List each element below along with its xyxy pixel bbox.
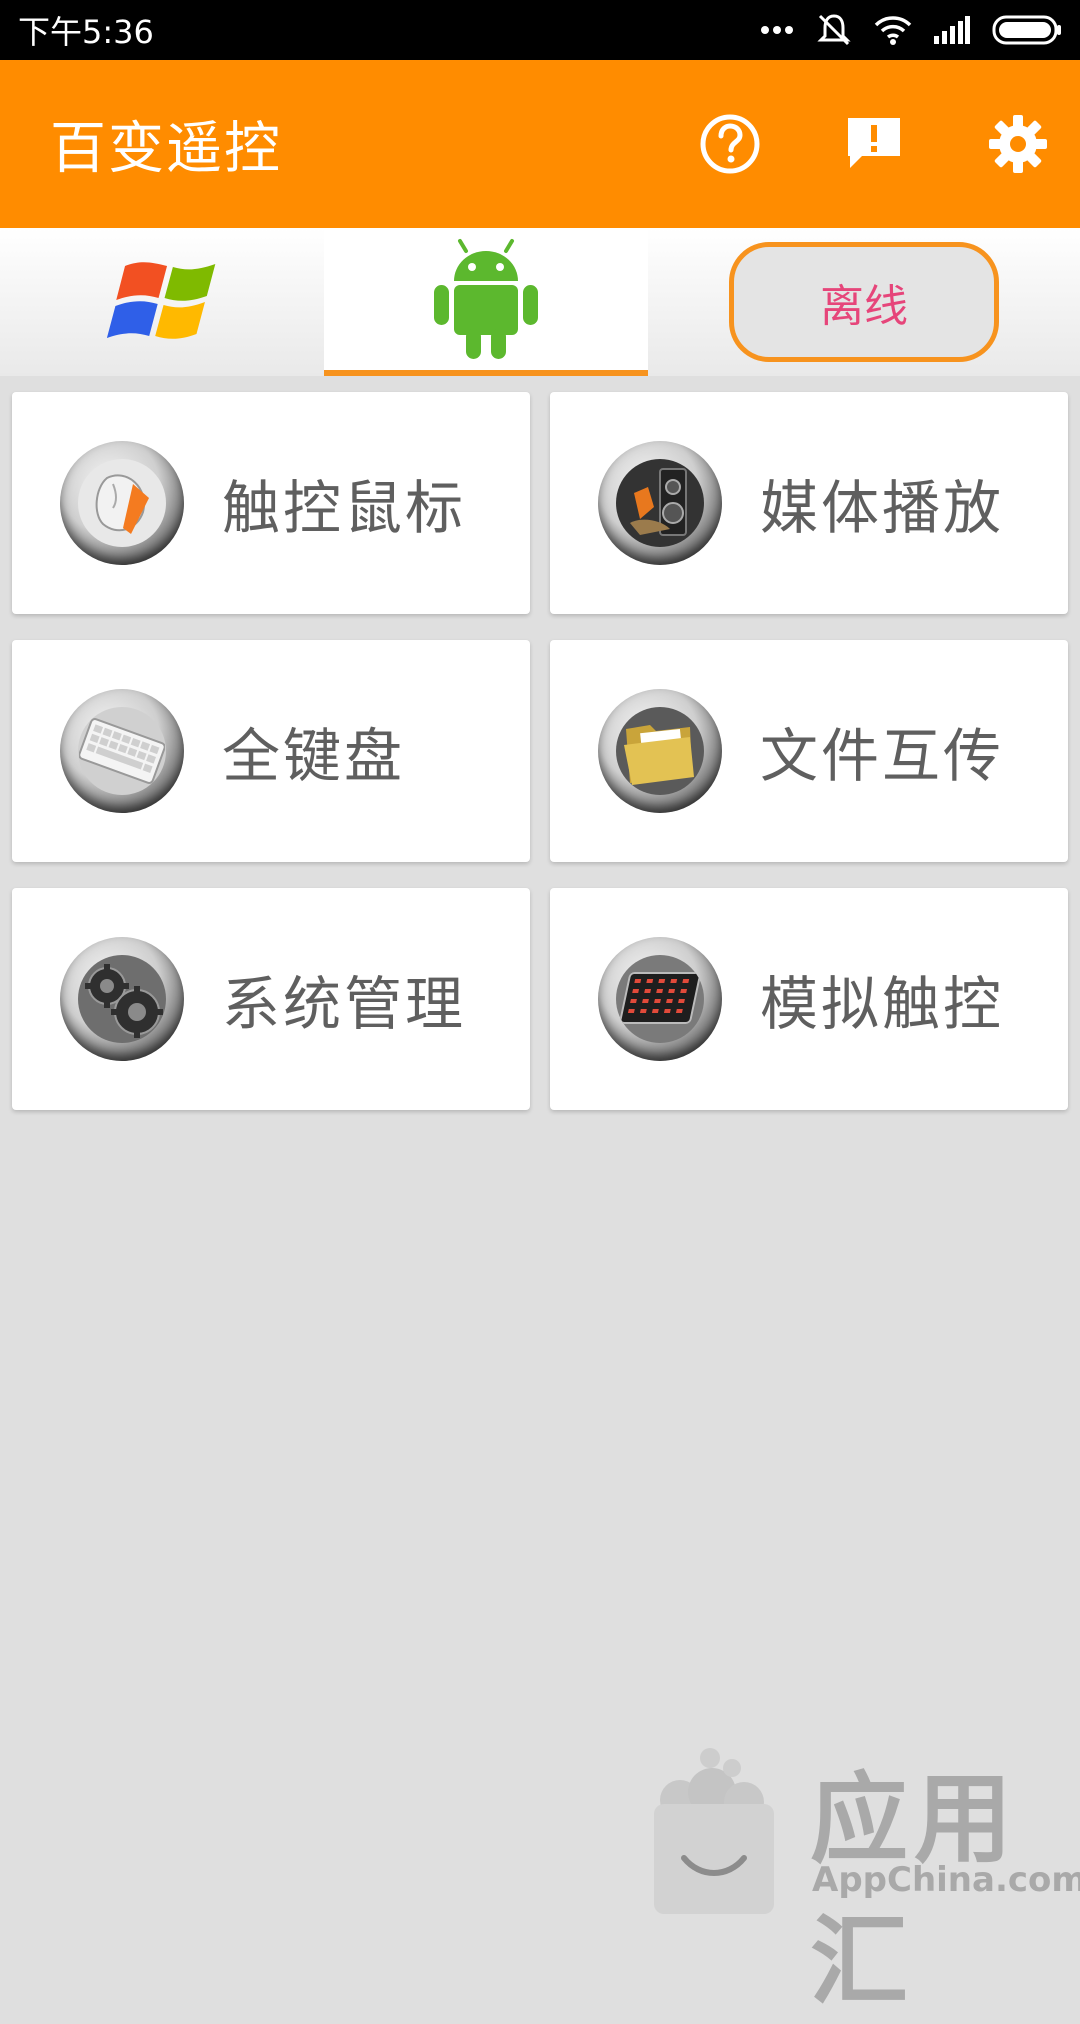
watermark-subtitle: AppChina.com — [812, 1860, 1080, 1900]
app-actions — [698, 60, 1050, 228]
wifi-icon — [874, 16, 912, 45]
status-time: 下午5:36 — [18, 13, 154, 51]
media-speaker-icon — [598, 441, 722, 565]
card-label: 系统管理 — [222, 970, 467, 1038]
mute-icon — [817, 14, 851, 46]
battery-icon — [992, 15, 1061, 45]
connection-status-area: 离线 — [648, 228, 1080, 376]
windows-logo-icon — [107, 262, 216, 339]
gears-icon — [60, 937, 184, 1061]
touchpad-icon — [598, 937, 722, 1061]
status-bar: 下午5:36 — [0, 0, 1080, 60]
card-label: 全键盘 — [222, 722, 406, 790]
device-tab-strip: 离线 — [0, 228, 1080, 376]
help-icon[interactable] — [698, 112, 762, 176]
card-file-transfer[interactable]: 文件互传 — [550, 640, 1068, 862]
feedback-icon[interactable] — [842, 112, 906, 176]
card-label: 模拟触控 — [760, 970, 1005, 1038]
connection-status-button[interactable]: 离线 — [729, 242, 999, 362]
tab-android[interactable] — [324, 228, 648, 376]
signal-icon — [934, 16, 970, 44]
card-label: 媒体播放 — [760, 474, 1005, 542]
card-full-keyboard[interactable]: 全键盘 — [12, 640, 530, 862]
app-bar: 百变遥控 — [0, 60, 1080, 228]
app-title: 百变遥控 — [50, 116, 282, 182]
more-dots-icon — [761, 26, 793, 34]
settings-icon[interactable] — [986, 112, 1050, 176]
card-touch-simulation[interactable]: 模拟触控 — [550, 888, 1068, 1110]
appchina-logo-icon — [654, 1748, 774, 1914]
appchina-watermark: 应用汇 AppChina.com — [640, 1740, 1080, 2019]
status-icons — [760, 12, 1062, 48]
mouse-icon — [60, 441, 184, 565]
keyboard-icon — [60, 689, 184, 813]
connection-status-label: 离线 — [820, 281, 908, 332]
card-label: 文件互传 — [760, 722, 1005, 790]
folder-icon — [598, 689, 722, 813]
tab-windows[interactable] — [0, 228, 324, 376]
android-robot-icon — [434, 239, 538, 359]
card-label: 触控鼠标 — [222, 474, 467, 542]
feature-grid: 触控鼠标 媒体播放 全键盘 文件互传 系统管理 模拟触控 — [12, 392, 1068, 1110]
card-system-management[interactable]: 系统管理 — [12, 888, 530, 1110]
card-media-player[interactable]: 媒体播放 — [550, 392, 1068, 614]
card-touch-mouse[interactable]: 触控鼠标 — [12, 392, 530, 614]
